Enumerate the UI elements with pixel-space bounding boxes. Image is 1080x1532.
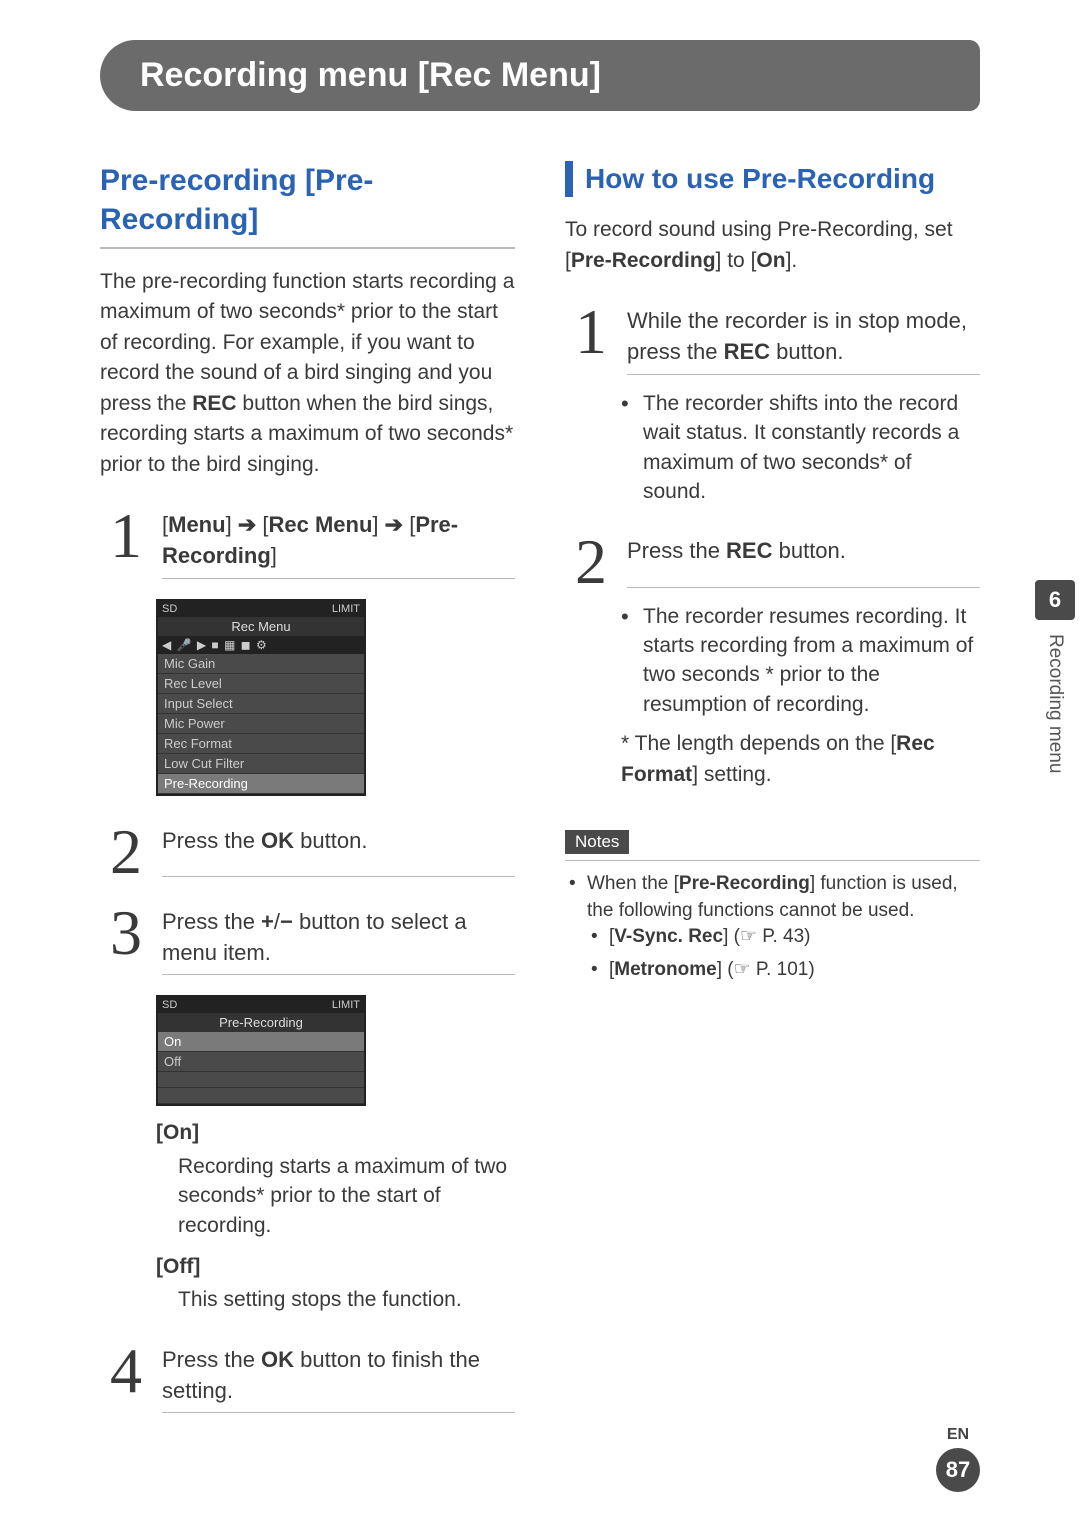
t: When the [: [587, 873, 679, 894]
option-desc: Recording starts a maximum of two second…: [156, 1152, 515, 1240]
lcd-item: Input Select: [158, 694, 364, 714]
step-title: While the recorder is in stop mode, pres…: [627, 306, 980, 375]
step-title: Press the OK button to finish the settin…: [162, 1345, 515, 1414]
notes-section: Notes When the [Pre-Recording] function …: [565, 830, 980, 983]
lcd-topR: LIMIT: [332, 999, 360, 1011]
lcd-item: Low Cut Filter: [158, 754, 364, 774]
lcd-topL: SD: [162, 603, 177, 615]
kw: Metronome: [614, 959, 716, 980]
lcd-item-selected: Pre-Recording: [158, 774, 364, 794]
notes-line: When the [Pre-Recording] function is use…: [569, 871, 980, 983]
left-step-1: 1 [Menu] ➔ [Rec Menu] ➔ [Pre-Recording]: [100, 510, 515, 579]
notes-badge: Notes: [565, 830, 629, 854]
step-number: 4: [110, 1345, 154, 1414]
step-title: [Menu] ➔ [Rec Menu] ➔ [Pre-Recording]: [162, 510, 515, 579]
lcd-title: Rec Menu: [158, 617, 364, 636]
lcd-item: Rec Format: [158, 734, 364, 754]
step-number: 1: [575, 306, 619, 375]
notes-sub: [Metronome] (☞ P. 101): [591, 957, 980, 984]
option-desc: This setting stops the function.: [156, 1285, 515, 1314]
page-footer: EN 87: [936, 1426, 980, 1492]
right-column: How to use Pre-Recording To record sound…: [565, 161, 980, 1423]
t: ] to [: [716, 249, 757, 272]
t: button.: [294, 828, 367, 853]
option-label: [On]: [156, 1118, 515, 1147]
t: button.: [773, 538, 846, 563]
lcd-title: Pre-Recording: [158, 1013, 364, 1032]
rec-kw: REC: [726, 538, 772, 563]
intro-paragraph: The pre-recording function starts record…: [100, 267, 515, 480]
ref: (☞ P. 43): [734, 926, 811, 947]
t: * The length depends on the [: [621, 732, 896, 755]
kw: Pre-Recording: [679, 873, 810, 894]
rec-keyword: REC: [192, 392, 236, 415]
right-intro: To record sound using Pre-Recording, set…: [565, 215, 980, 276]
lcd-screenshot-prerecording: SD LIMIT Pre-Recording On Off: [156, 995, 366, 1106]
t: button.: [770, 339, 843, 364]
t: Press the: [627, 538, 726, 563]
option-off: [Off] This setting stops the function.: [156, 1252, 515, 1315]
step-title: Press the REC button.: [627, 536, 980, 587]
lcd-item: [158, 1072, 364, 1088]
bullet-text: The recorder shifts into the record wait…: [621, 389, 980, 507]
lcd-topL: SD: [162, 999, 177, 1011]
t: Press the: [162, 1347, 261, 1372]
side-section-label: Recording menu: [1044, 634, 1066, 773]
option-on: [On] Recording starts a maximum of two s…: [156, 1118, 515, 1240]
left-step-2: 2 Press the OK button.: [100, 826, 515, 877]
ok-kw: OK: [261, 828, 294, 853]
step-number: 2: [110, 826, 154, 877]
t: ].: [786, 249, 798, 272]
left-step-3: 3 Press the +/− button to select a menu …: [100, 907, 515, 976]
chapter-banner: Recording menu [Rec Menu]: [100, 40, 980, 111]
right-step-1: 1 While the recorder is in stop mode, pr…: [565, 306, 980, 375]
t: Press the: [162, 909, 261, 934]
step-number: 1: [110, 510, 154, 579]
arrow-icon: ➔: [385, 512, 403, 537]
option-label: [Off]: [156, 1252, 515, 1281]
lcd-item-selected: On: [158, 1032, 364, 1052]
bullet-text: The recorder resumes recording. It start…: [621, 602, 980, 720]
minus-kw: −: [280, 909, 293, 934]
right-section-title: How to use Pre-Recording: [565, 161, 980, 197]
rec-kw: REC: [724, 339, 770, 364]
lcd-item: [158, 1088, 364, 1104]
right-step1-bullets: The recorder shifts into the record wait…: [565, 389, 980, 507]
language-code: EN: [936, 1426, 980, 1444]
arrow-icon: ➔: [238, 512, 256, 537]
lcd-item: Mic Gain: [158, 654, 364, 674]
lcd-tabs: ◀ 🎤 ▶ ■ ▦ ◼ ⚙: [158, 636, 364, 654]
right-step-2: 2 Press the REC button.: [565, 536, 980, 587]
side-tab: 6 Recording menu: [1030, 580, 1080, 773]
lcd-topR: LIMIT: [332, 603, 360, 615]
page-number: 87: [936, 1448, 980, 1492]
step-title: Press the OK button.: [162, 826, 515, 877]
kw: Pre-Recording: [571, 249, 716, 272]
lcd-item: Mic Power: [158, 714, 364, 734]
footnote-star: * The length depends on the [Rec Format]…: [565, 729, 980, 790]
plus-kw: +: [261, 909, 274, 934]
step-number: 2: [575, 536, 619, 587]
chapter-number-badge: 6: [1035, 580, 1075, 620]
right-step2-bullets: The recorder resumes recording. It start…: [565, 602, 980, 720]
lcd-screenshot-recmenu: SDLIMIT Rec Menu ◀ 🎤 ▶ ■ ▦ ◼ ⚙ Mic Gain …: [156, 599, 366, 796]
left-section-title: Pre-recording [Pre-Recording]: [100, 161, 515, 249]
step-number: 3: [110, 907, 154, 976]
kw: V-Sync. Rec: [614, 926, 723, 947]
lcd-item: Rec Level: [158, 674, 364, 694]
menu-kw: Menu: [168, 512, 225, 537]
notes-sub: [V-Sync. Rec] (☞ P. 43): [591, 924, 980, 951]
recmenu-kw: Rec Menu: [268, 512, 372, 537]
ref: (☞ P. 101): [727, 959, 814, 980]
left-step-4: 4 Press the OK button to finish the sett…: [100, 1345, 515, 1414]
lcd-item: Off: [158, 1052, 364, 1072]
step-title: Press the +/− button to select a menu it…: [162, 907, 515, 976]
kw: On: [756, 249, 785, 272]
left-column: Pre-recording [Pre-Recording] The pre-re…: [100, 161, 515, 1423]
ok-kw: OK: [261, 1347, 294, 1372]
t: Press the: [162, 828, 261, 853]
t: ] setting.: [692, 763, 771, 786]
